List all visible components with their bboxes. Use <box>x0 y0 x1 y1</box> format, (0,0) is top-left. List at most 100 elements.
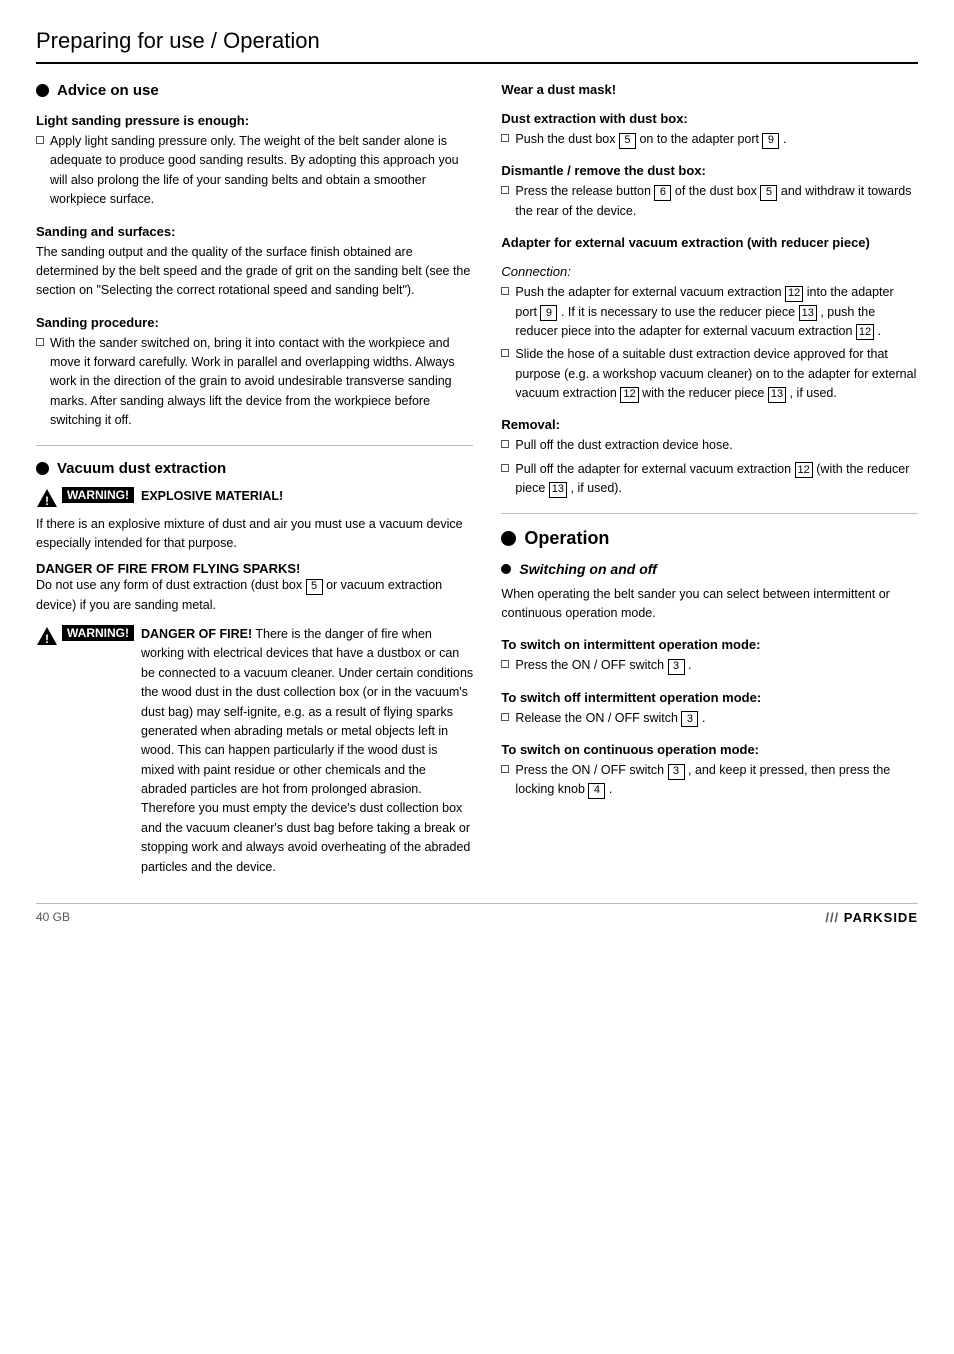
adapter-connection-text-1: Push the adapter for external vacuum ext… <box>515 283 918 341</box>
badge-12-r: 12 <box>795 462 813 478</box>
adapter-connection-item-2: Slide the hose of a suitable dust extrac… <box>501 345 918 403</box>
left-column: Advice on use Light sanding pressure is … <box>36 82 473 885</box>
danger-fire-title: DANGER OF FIRE FROM FLYING SPARKS! <box>36 561 473 576</box>
badge-12-c1: 12 <box>785 286 803 302</box>
vacuum-title: Vacuum dust extraction <box>57 460 226 477</box>
bullet-sq-2 <box>36 338 44 346</box>
dust-extraction-title: Dust extraction with dust box: <box>501 111 918 126</box>
bullet-sq-ioff <box>501 713 509 721</box>
page: Preparing for use / Operation Advice on … <box>0 0 954 1354</box>
bullet-sq-1 <box>36 136 44 144</box>
warning-fire-label: WARNING! <box>62 625 134 641</box>
bullet-circle-op <box>501 531 516 546</box>
intermittent-on-item: Press the ON / OFF switch 3 . <box>501 656 918 675</box>
badge-9-ext: 9 <box>762 133 779 149</box>
badge-5-danger: 5 <box>306 579 323 595</box>
continuous-on-text: Press the ON / OFF switch 3 , and keep i… <box>515 761 918 800</box>
brand-name: PARKSIDE <box>844 910 918 925</box>
switching-intro: When operating the belt sander you can s… <box>501 585 918 624</box>
sanding-procedure-title: Sanding procedure: <box>36 315 473 330</box>
page-title: Preparing for use / Operation <box>36 28 918 64</box>
bullet-sq-removal-2 <box>501 464 509 472</box>
bullet-circle-advice <box>36 84 49 97</box>
adapter-connection-title: Connection: <box>501 264 918 279</box>
sanding-surfaces-body: The sanding output and the quality of th… <box>36 243 473 301</box>
badge-5-ext: 5 <box>619 133 636 149</box>
removal-item-2: Pull off the adapter for external vacuum… <box>501 460 918 499</box>
switching-header: Switching on and off <box>501 561 918 577</box>
warning-explosive-label: WARNING! <box>62 487 134 503</box>
warning-triangle-1: ! <box>36 488 58 511</box>
bullet-sq-adapter-1 <box>501 287 509 295</box>
warning-fire-line: ! WARNING! DANGER OF FIRE! There is the … <box>36 625 473 877</box>
warning-fire: ! WARNING! DANGER OF FIRE! There is the … <box>36 625 473 877</box>
dust-extraction-text: Push the dust box 5 on to the adapter po… <box>515 130 918 149</box>
divider-op <box>501 513 918 514</box>
light-sanding-title: Light sanding pressure is enough: <box>36 113 473 128</box>
removal-text-2: Pull off the adapter for external vacuum… <box>515 460 918 499</box>
two-column-layout: Advice on use Light sanding pressure is … <box>36 82 918 885</box>
warning-explosive-line: ! WARNING! EXPLOSIVE MATERIAL! <box>36 487 473 511</box>
intermittent-off-item: Release the ON / OFF switch 3 . <box>501 709 918 728</box>
removal-item-1: Pull off the dust extraction device hose… <box>501 436 918 455</box>
warning-explosive-text: If there is an explosive mixture of dust… <box>36 515 473 554</box>
badge-6-dismantle: 6 <box>654 185 671 201</box>
brand-slashes: /// <box>825 910 843 925</box>
dust-mask-title: Wear a dust mask! <box>501 82 918 97</box>
warning-explosive-bold: EXPLOSIVE MATERIAL! <box>141 487 283 506</box>
bullet-sq-dismantle <box>501 186 509 194</box>
badge-13-r: 13 <box>549 482 567 498</box>
intermittent-on-text: Press the ON / OFF switch 3 . <box>515 656 918 675</box>
bullet-sq-dust-ext <box>501 134 509 142</box>
dust-extraction-item: Push the dust box 5 on to the adapter po… <box>501 130 918 149</box>
dismantle-dust-title: Dismantle / remove the dust box: <box>501 163 918 178</box>
dismantle-dust-item: Press the release button 6 of the dust b… <box>501 182 918 221</box>
badge-12-c2: 12 <box>620 387 638 403</box>
badge-4-con: 4 <box>588 783 605 799</box>
footer-page: 40 GB <box>36 910 70 924</box>
sanding-surfaces-title: Sanding and surfaces: <box>36 224 473 239</box>
operation-title: Operation <box>524 528 609 549</box>
continuous-on-title: To switch on continuous operation mode: <box>501 742 918 757</box>
intermittent-off-text: Release the ON / OFF switch 3 . <box>515 709 918 728</box>
warning-triangle-2: ! <box>36 626 58 649</box>
badge-13-c2: 13 <box>768 387 786 403</box>
adapter-connection-text-2: Slide the hose of a suitable dust extrac… <box>515 345 918 403</box>
bullet-sq-ion <box>501 660 509 668</box>
badge-3-con: 3 <box>668 764 685 780</box>
intermittent-off-title: To switch off intermittent operation mod… <box>501 690 918 705</box>
light-sanding-item: Apply light sanding pressure only. The w… <box>36 132 473 210</box>
bullet-sq-removal-1 <box>501 440 509 448</box>
svg-text:!: ! <box>45 632 49 646</box>
removal-text-1: Pull off the dust extraction device hose… <box>515 436 918 455</box>
advice-section-header: Advice on use <box>36 82 473 99</box>
warning-explosive: ! WARNING! EXPLOSIVE MATERIAL! If there … <box>36 487 473 554</box>
sanding-procedure-item: With the sander switched on, bring it in… <box>36 334 473 431</box>
vacuum-section-header: Vacuum dust extraction <box>36 460 473 477</box>
badge-5-dismantle: 5 <box>760 185 777 201</box>
adapter-section-title: Adapter for external vacuum extraction (… <box>501 235 918 250</box>
badge-3-ioff: 3 <box>681 711 698 727</box>
badge-13-c1: 13 <box>799 305 817 321</box>
badge-12-c1b: 12 <box>856 324 874 340</box>
warning-fire-text: There is the danger of fire when working… <box>141 627 473 874</box>
footer-brand: /// PARKSIDE <box>825 910 918 925</box>
operation-header: Operation <box>501 528 918 549</box>
badge-3-ion: 3 <box>668 659 685 675</box>
footer: 40 GB /// PARKSIDE <box>36 903 918 925</box>
adapter-connection-item-1: Push the adapter for external vacuum ext… <box>501 283 918 341</box>
bullet-circle-vacuum <box>36 462 49 475</box>
divider-1 <box>36 445 473 446</box>
advice-title: Advice on use <box>57 82 159 99</box>
svg-text:!: ! <box>45 494 49 508</box>
right-column: Wear a dust mask! Dust extraction with d… <box>501 82 918 885</box>
dismantle-dust-text: Press the release button 6 of the dust b… <box>515 182 918 221</box>
warning-fire-bold: DANGER OF FIRE! There is the danger of f… <box>141 625 473 877</box>
continuous-on-item: Press the ON / OFF switch 3 , and keep i… <box>501 761 918 800</box>
intermittent-on-title: To switch on intermittent operation mode… <box>501 637 918 652</box>
sanding-procedure-text: With the sander switched on, bring it in… <box>50 334 473 431</box>
danger-fire-text: Do not use any form of dust extraction (… <box>36 576 473 615</box>
removal-title: Removal: <box>501 417 918 432</box>
bullet-sq-adapter-2 <box>501 349 509 357</box>
badge-9-c1: 9 <box>540 305 557 321</box>
